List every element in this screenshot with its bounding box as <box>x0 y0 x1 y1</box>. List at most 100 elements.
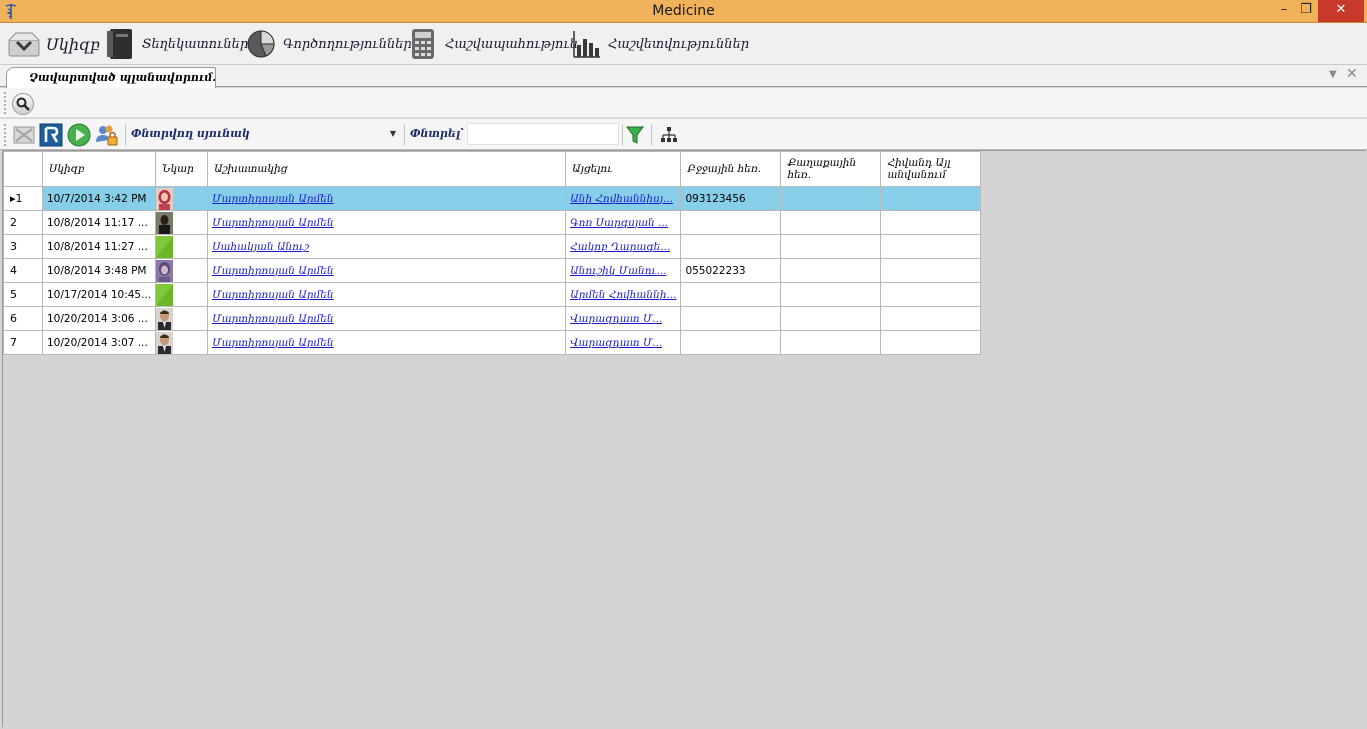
filter-button[interactable] <box>623 123 647 147</box>
chevron-down-icon[interactable]: ▼ <box>390 129 396 138</box>
magnifier-icon <box>16 97 30 111</box>
table-row[interactable]: 3 10/8/2014 11:27 ... Սահակյան Անուշ Հակ… <box>3 234 982 259</box>
cell-city-phone[interactable] <box>780 234 882 259</box>
table-row[interactable]: 5 10/17/2014 10:45... Մարտիրոսյան Արմեն … <box>3 282 982 307</box>
cell-visitor-link[interactable]: Արմեն Հովհաննի... <box>565 282 682 307</box>
cell-start[interactable]: 10/17/2014 10:45... <box>41 282 157 307</box>
cell-city-phone[interactable] <box>780 186 882 211</box>
restore-button[interactable]: ❐ <box>1292 0 1320 22</box>
cell-city-phone[interactable] <box>780 306 882 331</box>
ribbon-start-button[interactable]: Սկիզբ <box>8 27 100 61</box>
cell-patient-alias[interactable] <box>880 306 982 331</box>
cell-mobile[interactable]: 055022233 <box>680 258 782 283</box>
ribbon-reports-button[interactable]: Հաշվետվություններ <box>570 27 749 61</box>
cell-mobile[interactable] <box>680 330 782 355</box>
table-row[interactable]: 7 10/20/2014 3:07 ... Մարտիրոսյան Արմեն … <box>3 330 982 355</box>
cell-visitor-link[interactable]: Վարազդատ Մ... <box>565 306 682 331</box>
column-header-city-phone[interactable]: Քաղաքային հեռ. <box>780 151 882 187</box>
run-button[interactable] <box>67 123 91 147</box>
cell-employee-link[interactable]: Մարտիրոսյան Արմեն <box>207 330 567 355</box>
cell-photo[interactable] <box>155 186 209 211</box>
tab-dropdown-icon[interactable]: ▼ <box>1329 69 1337 80</box>
toolbar-grip[interactable] <box>4 124 7 146</box>
cell-visitor-link[interactable]: Վարազդատ Մ... <box>565 330 682 355</box>
cell-patient-alias[interactable] <box>880 330 982 355</box>
cell-photo[interactable] <box>155 330 209 355</box>
row-number[interactable]: ▸1 <box>3 186 43 211</box>
ribbon-reports-label: Հաշվետվություններ <box>608 36 750 52</box>
cell-patient-alias[interactable] <box>880 210 982 235</box>
column-header-start[interactable]: Սկիզբ <box>41 151 157 187</box>
table-row[interactable]: 4 10/8/2014 3:48 PM Մարտիրոսյան Արմեն Ան… <box>3 258 982 283</box>
cell-visitor-link[interactable]: Գոռ Սարգսյան ... <box>565 210 682 235</box>
cell-start[interactable]: 10/8/2014 3:48 PM <box>41 258 157 283</box>
row-number[interactable]: 7 <box>3 330 43 355</box>
cell-employee-link[interactable]: Մարտիրոսյան Արմեն <box>207 258 567 283</box>
cell-patient-alias[interactable] <box>880 186 982 211</box>
cell-visitor-link[interactable]: Հակոբ Ղարագե... <box>565 234 682 259</box>
cell-photo[interactable] <box>155 306 209 331</box>
column-header-patient-alias[interactable]: Հիվանդ Այլ անվանում <box>880 151 982 187</box>
cell-visitor-link[interactable]: Անուշիկ Մանու... <box>565 258 682 283</box>
cell-photo[interactable] <box>155 210 209 235</box>
refresh-button[interactable] <box>39 123 63 147</box>
row-number[interactable]: 6 <box>3 306 43 331</box>
row-number[interactable]: 5 <box>3 282 43 307</box>
search-column-combo[interactable]: ▼ <box>250 123 400 145</box>
cell-mobile[interactable] <box>680 282 782 307</box>
cell-city-phone[interactable] <box>780 330 882 355</box>
row-number[interactable]: 3 <box>3 234 43 259</box>
ribbon-directories-button[interactable]: Տեղեկատուներ <box>104 27 248 61</box>
green-placeholder-photo <box>156 235 174 258</box>
cell-city-phone[interactable] <box>780 210 882 235</box>
cell-start[interactable]: 10/7/2014 3:42 PM <box>41 186 157 211</box>
row-number[interactable]: 4 <box>3 258 43 283</box>
cell-employee-link[interactable]: Մարտիրոսյան Արմեն <box>207 306 567 331</box>
cell-start[interactable]: 10/8/2014 11:17 ... <box>41 210 157 235</box>
users-lock-button[interactable] <box>95 123 119 147</box>
cell-mobile[interactable] <box>680 210 782 235</box>
cell-patient-alias[interactable] <box>880 258 982 283</box>
cell-visitor-link[interactable]: Անի Հովհաննիսյ... <box>565 186 682 211</box>
row-number[interactable]: 2 <box>3 210 43 235</box>
toolbar-grip[interactable] <box>4 92 7 114</box>
ribbon-start-label: Սկիզբ <box>46 34 100 54</box>
book-icon <box>104 28 136 60</box>
close-window-button[interactable]: ✕ <box>1318 0 1364 22</box>
cell-photo[interactable] <box>155 234 209 259</box>
cell-start[interactable]: 10/20/2014 3:07 ... <box>41 330 157 355</box>
cell-city-phone[interactable] <box>780 258 882 283</box>
column-header-photo[interactable]: Նկար <box>155 151 209 187</box>
cell-start[interactable]: 10/20/2014 3:06 ... <box>41 306 157 331</box>
cell-city-phone[interactable] <box>780 282 882 307</box>
search-input[interactable] <box>467 123 619 145</box>
column-header-employee[interactable]: Աշխատակից <box>207 151 567 187</box>
ribbon-accounting-button[interactable]: Հաշվապահություն <box>407 27 578 61</box>
cell-photo[interactable] <box>155 282 209 307</box>
cell-mobile[interactable] <box>680 306 782 331</box>
ribbon-operations-label: Գործողություններ <box>283 36 412 52</box>
column-header-mobile-phone[interactable]: Բջջային հեռ. <box>680 151 782 187</box>
table-row[interactable]: ▸1 10/7/2014 3:42 PM Մարտիրոսյան Արմեն Ա… <box>3 186 982 211</box>
pie-chart-icon <box>245 28 277 60</box>
cell-patient-alias[interactable] <box>880 234 982 259</box>
ribbon-operations-button[interactable]: Գործողություններ <box>245 27 412 61</box>
table-row[interactable]: 6 10/20/2014 3:06 ... Մարտիրոսյան Արմեն … <box>3 306 982 331</box>
delete-button[interactable] <box>12 123 36 147</box>
cell-photo[interactable] <box>155 258 209 283</box>
hierarchy-button[interactable] <box>657 123 681 147</box>
cell-employee-link[interactable]: Մարտիրոսյան Արմեն <box>207 282 567 307</box>
tab-close-icon[interactable]: ✕ <box>1346 66 1358 82</box>
cell-employee-link[interactable]: Սահակյան Անուշ <box>207 234 567 259</box>
search-button[interactable] <box>12 93 34 115</box>
cell-start[interactable]: 10/8/2014 11:27 ... <box>41 234 157 259</box>
cell-employee-link[interactable]: Մարտիրոսյան Արմեն <box>207 186 567 211</box>
tab-unfinished-planning[interactable]: Չավարտված պլանավորում... <box>6 67 216 88</box>
cell-mobile[interactable] <box>680 234 782 259</box>
cell-employee-link[interactable]: Մարտիրոսյան Արմեն <box>207 210 567 235</box>
cell-patient-alias[interactable] <box>880 282 982 307</box>
window-title: Medicine <box>652 3 715 19</box>
cell-mobile[interactable]: 093123456 <box>680 186 782 211</box>
column-header-visitor[interactable]: Այցելու <box>565 151 682 187</box>
table-row[interactable]: 2 10/8/2014 11:17 ... Մարտիրոսյան Արմեն … <box>3 210 982 235</box>
